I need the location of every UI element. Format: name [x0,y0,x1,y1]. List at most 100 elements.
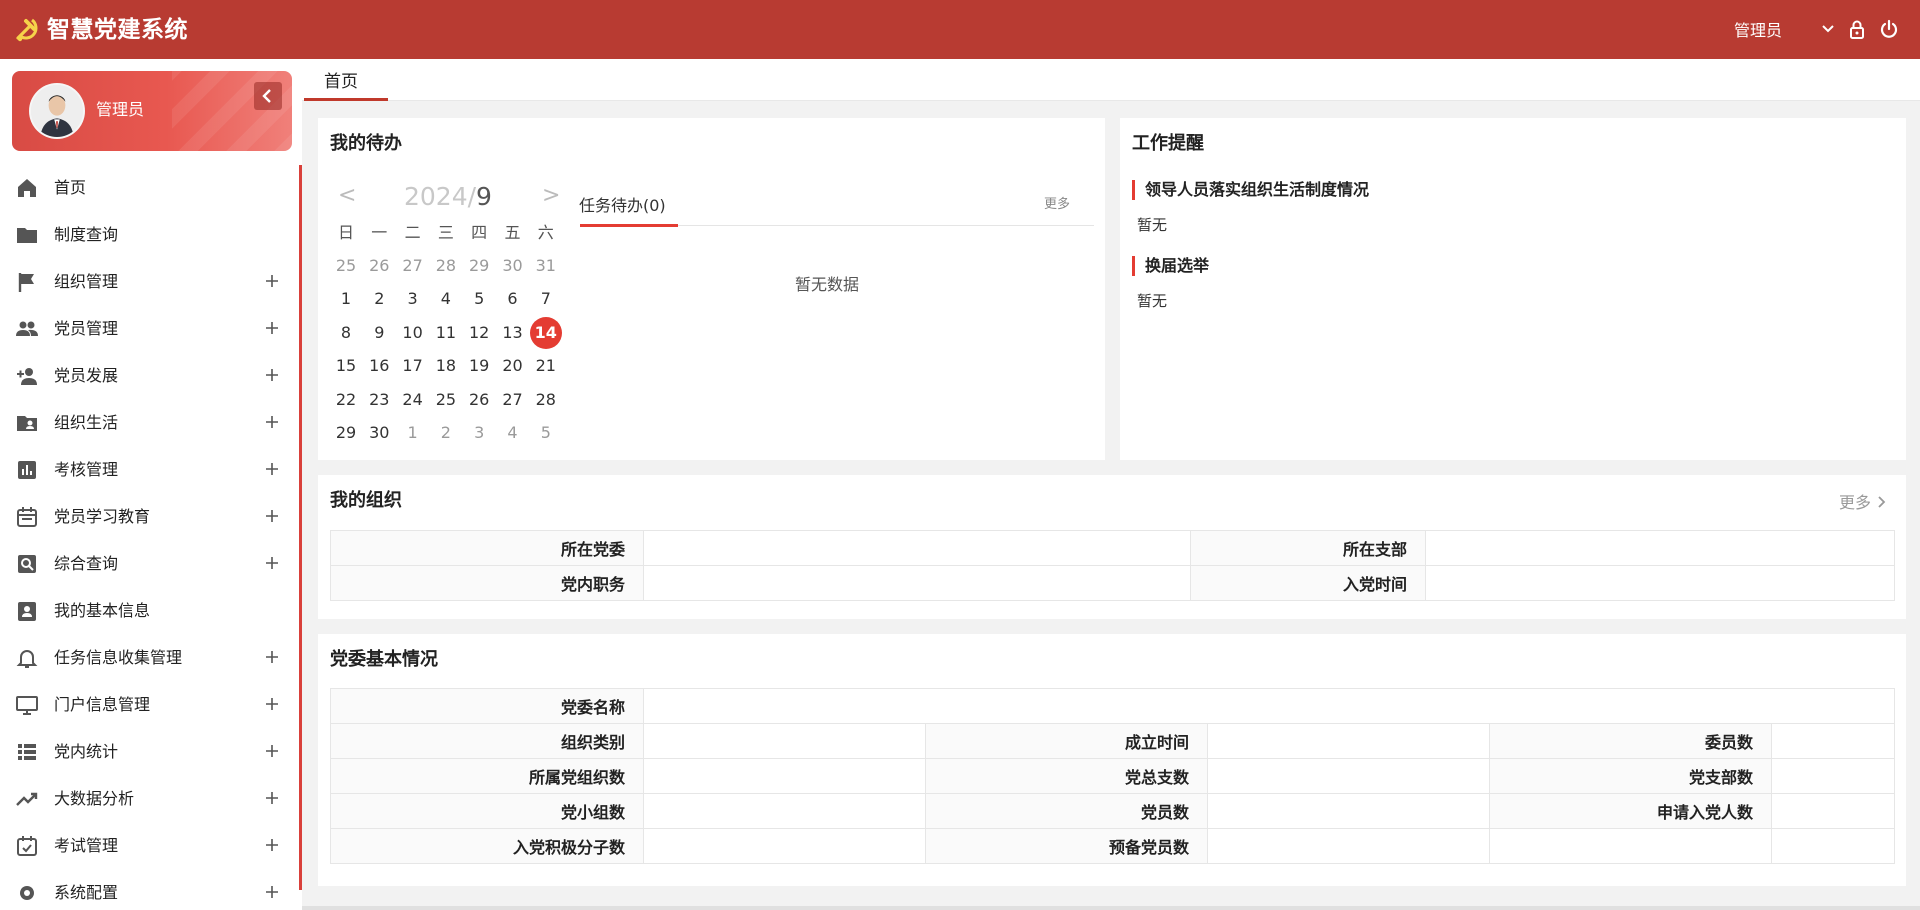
tab-task-todo[interactable]: 任务待办(0) [579,196,666,216]
expand-plus-icon[interactable] [263,460,281,478]
calendar-day[interactable]: 18 [430,350,462,382]
sidebar-item[interactable]: 综合查询 [0,541,296,587]
expand-plus-icon[interactable] [263,507,281,525]
calendar-day[interactable]: 27 [497,384,529,416]
sidebar-item-label: 我的基本信息 [54,601,151,620]
calendar-day[interactable]: 21 [530,350,562,382]
sidebar-item[interactable]: 我的基本信息 [0,588,296,634]
calendar-day[interactable]: 2 [363,283,395,315]
task-more-link[interactable]: 更多 [1044,196,1070,214]
power-icon[interactable] [1878,18,1900,40]
expand-plus-icon[interactable] [263,554,281,572]
horizontal-scrollbar[interactable] [302,906,1920,910]
calendar-next-button[interactable]: > [542,184,560,208]
sidebar-item[interactable]: 组织管理 [0,259,296,305]
table-key: 所属党组织数 [330,758,644,794]
calendar-day[interactable]: 12 [463,317,495,349]
expand-plus-icon[interactable] [263,413,281,431]
reminder-section-title[interactable]: 换届选举 [1132,256,1209,276]
sidebar-item[interactable]: 系统配置 [0,870,296,910]
sidebar-item[interactable]: 首页 [0,165,296,211]
collapse-sidebar-button[interactable] [254,82,282,110]
calendar-day[interactable]: 6 [497,283,529,315]
bell-icon [15,646,39,670]
folder-icon [15,223,39,247]
calendar-day[interactable]: 23 [363,384,395,416]
reminder-section-title[interactable]: 领导人员落实组织生活制度情况 [1132,180,1369,200]
calendar-day[interactable]: 31 [530,250,562,282]
expand-plus-icon[interactable] [263,648,281,666]
calendar-day[interactable]: 13 [497,317,529,349]
header-user-name[interactable]: 管理员 [1734,20,1782,42]
sidebar-item[interactable]: 门户信息管理 [0,682,296,728]
calendar-day[interactable]: 4 [430,283,462,315]
sidebar-item[interactable]: 大数据分析 [0,776,296,822]
calendar-day[interactable]: 7 [530,283,562,315]
calendar-day[interactable]: 3 [397,283,429,315]
calendar-day[interactable]: 28 [530,384,562,416]
calendar-day[interactable]: 19 [463,350,495,382]
calendar-day[interactable]: 15 [330,350,362,382]
table-value [643,723,926,759]
calendar-day[interactable]: 9 [363,317,395,349]
calendar-day[interactable]: 16 [363,350,395,382]
sidebar-item[interactable]: 党内统计 [0,729,296,775]
flag-icon [15,270,39,294]
sidebar-item[interactable]: 党员学习教育 [0,494,296,540]
table-row: 党小组数 党员数 申请入党人数 [330,793,1896,829]
expand-plus-icon[interactable] [263,695,281,713]
calendar-day[interactable]: 4 [497,417,529,449]
tab-home[interactable]: 首页 [304,59,388,101]
sidebar-item-label: 党员学习教育 [54,507,151,526]
calendar-day[interactable]: 30 [497,250,529,282]
calendar-day[interactable]: 25 [430,384,462,416]
calendar-day[interactable]: 3 [463,417,495,449]
my-org-more-link[interactable]: 更多 [1839,493,1888,513]
expand-plus-icon[interactable] [263,742,281,760]
calendar-day[interactable]: 5 [530,417,562,449]
sidebar-item[interactable]: 组织生活 [0,400,296,446]
table-row: 所在党委 所在支部 [330,530,1895,566]
calendar-day[interactable]: 20 [497,350,529,382]
calendar-day[interactable]: 26 [463,384,495,416]
chevron-down-icon[interactable] [1817,18,1839,40]
calendar-month-title[interactable]: 2024/9 [404,182,492,212]
lock-icon[interactable] [1846,18,1868,40]
calendar-day[interactable]: 22 [330,384,362,416]
sidebar-item[interactable]: 考核管理 [0,447,296,493]
calendar-day[interactable]: 25 [330,250,362,282]
calendar-day[interactable]: 28 [430,250,462,282]
sidebar-item[interactable]: 任务信息收集管理 [0,635,296,681]
expand-plus-icon[interactable] [263,836,281,854]
calendar-prev-button[interactable]: < [338,184,356,208]
calendar-day[interactable]: 27 [397,250,429,282]
sidebar: 管理员 首页 制度查询 组织管理 党员管理 党员发展 组织生活 考核管理 党员学习教育 综合查询… [0,59,302,910]
expand-plus-icon[interactable] [263,366,281,384]
calendar-day-today[interactable]: 14 [529,316,562,349]
calendar-icon [15,505,39,529]
calendar-day[interactable]: 11 [430,317,462,349]
sidebar-item[interactable]: 制度查询 [0,212,296,258]
calendar-day[interactable]: 29 [330,417,362,449]
expand-plus-icon[interactable] [263,789,281,807]
calendar-day[interactable]: 8 [330,317,362,349]
sidebar-item[interactable]: 党员管理 [0,306,296,352]
calendar-day[interactable]: 1 [397,417,429,449]
avatar[interactable] [29,83,85,139]
expand-plus-icon[interactable] [263,883,281,901]
sidebar-item[interactable]: 考试管理 [0,823,296,869]
my-org-more-label: 更多 [1839,493,1872,512]
calendar-day[interactable]: 29 [463,250,495,282]
calendar-day[interactable]: 24 [397,384,429,416]
calendar-day[interactable]: 5 [463,283,495,315]
calendar-day[interactable]: 10 [397,317,429,349]
calendar-day[interactable]: 1 [330,283,362,315]
calendar-day[interactable]: 26 [363,250,395,282]
sidebar-item[interactable]: 党员发展 [0,353,296,399]
expand-plus-icon[interactable] [263,319,281,337]
calendar-day[interactable]: 2 [430,417,462,449]
calendar-day[interactable]: 30 [363,417,395,449]
sidebar-scrollbar[interactable] [299,165,302,890]
calendar-day[interactable]: 17 [397,350,429,382]
expand-plus-icon[interactable] [263,272,281,290]
